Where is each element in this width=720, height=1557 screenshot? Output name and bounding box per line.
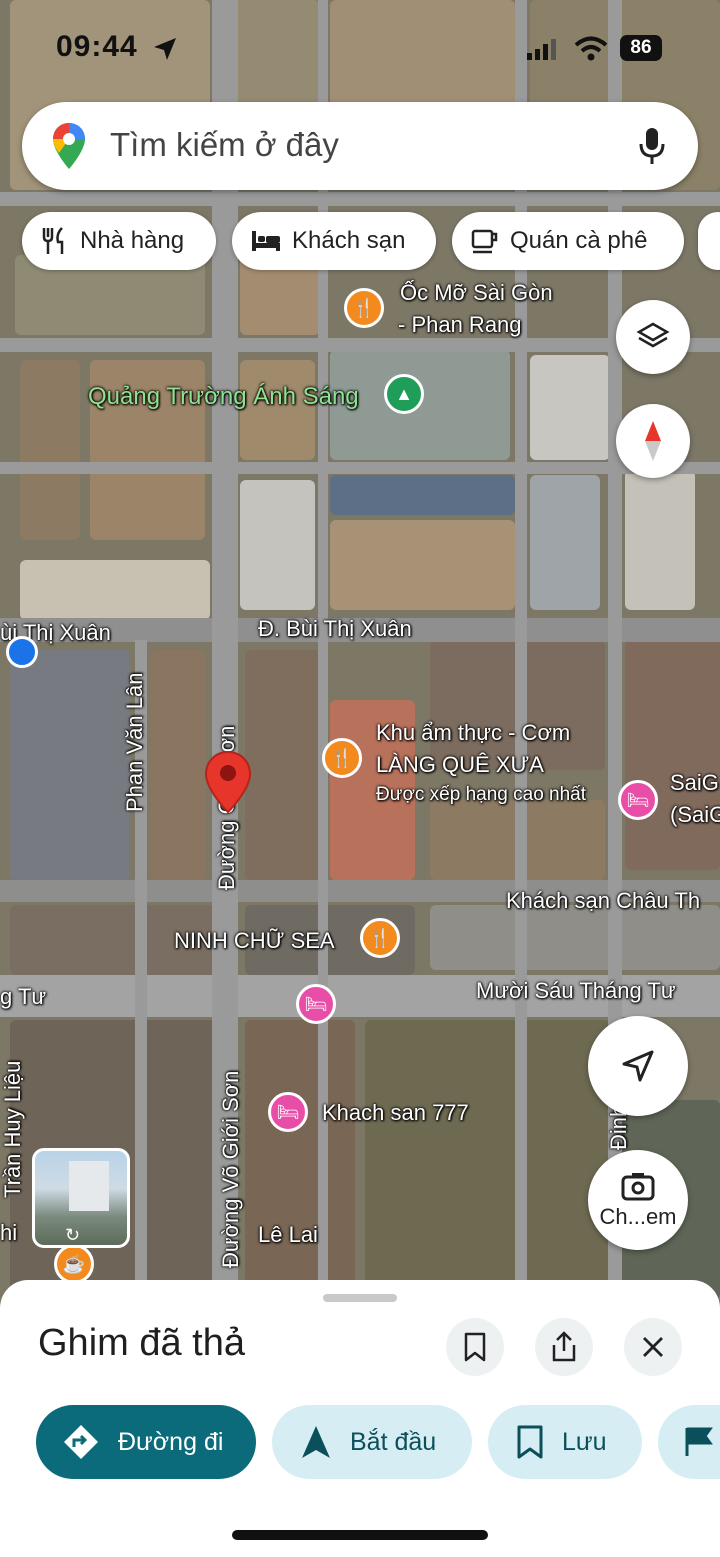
close-icon xyxy=(643,1337,663,1357)
map-label: NINH CHỮ SEA xyxy=(174,928,335,953)
chip-cafes[interactable]: Quán cà phê xyxy=(452,212,684,270)
directions-label: Đường đi xyxy=(118,1427,224,1456)
start-button[interactable]: Bắt đầu xyxy=(272,1405,472,1479)
street-label: Mười Sáu Tháng Tư xyxy=(476,978,676,1003)
battery-level: 86 xyxy=(630,37,652,58)
map-block xyxy=(530,475,600,610)
fork-knife-icon xyxy=(42,227,64,254)
map-label: LÀNG QUÊ XƯA xyxy=(376,752,544,777)
map-label: SaiG xyxy=(670,770,719,795)
start-label: Bắt đầu xyxy=(350,1427,437,1456)
layers-icon xyxy=(636,322,670,348)
map-block xyxy=(625,640,720,870)
map-block xyxy=(430,905,720,970)
map-label: Quảng Trường Ánh Sáng xyxy=(88,383,359,410)
sheet-title: Ghim đã thả xyxy=(38,1322,245,1364)
google-maps-logo-icon xyxy=(53,123,85,169)
map-label: Khách sạn Châu Th xyxy=(506,888,701,913)
street-label: Đường Võ Giới Sơn xyxy=(218,1070,243,1268)
street-label: Đ. Bùi Thị Xuân xyxy=(258,616,412,641)
close-button[interactable] xyxy=(624,1318,682,1376)
restaurant-pin-icon[interactable]: 🍴 xyxy=(344,288,384,328)
map-label: Được xếp hạng cao nhất xyxy=(376,784,587,805)
status-time: 09:44 xyxy=(56,30,138,63)
home-indicator[interactable] xyxy=(232,1530,488,1540)
map-label: hi xyxy=(0,1220,18,1245)
dropped-pin-icon[interactable] xyxy=(204,750,252,814)
map-block xyxy=(245,1020,355,1300)
street-label: Trần Huy Liệu xyxy=(0,1060,25,1198)
restaurant-pin-icon[interactable]: 🍴 xyxy=(322,738,362,778)
map-block xyxy=(330,475,515,515)
navigation-arrow-icon xyxy=(622,1050,654,1082)
battery-icon: 86 xyxy=(620,35,662,61)
map-block xyxy=(330,520,515,610)
microphone-icon[interactable] xyxy=(638,126,666,166)
map-block xyxy=(530,355,610,460)
camera-icon xyxy=(621,1173,655,1201)
flag-icon xyxy=(685,1427,713,1456)
road xyxy=(515,0,527,1300)
street-label: Phan Văn Lân xyxy=(122,672,147,812)
map-label: Khu ẩm thực - Cơm xyxy=(376,720,571,745)
hotel-pin-icon[interactable]: 🛏 xyxy=(268,1092,308,1132)
location-arrow-icon xyxy=(154,38,176,60)
signal-icon xyxy=(527,39,556,60)
chip-hotels[interactable]: Khách sạn xyxy=(232,212,436,270)
map-block xyxy=(365,1020,610,1300)
chip-restaurants[interactable]: Nhà hàng xyxy=(22,212,216,270)
cafe-pin-icon[interactable]: ☕ xyxy=(54,1244,94,1284)
map-block xyxy=(150,650,205,880)
street-label: Lê Lai xyxy=(258,1222,318,1247)
map-label: Khach san 777 xyxy=(322,1100,469,1125)
street-view-thumbnail[interactable]: ↻ xyxy=(32,1148,130,1248)
layers-button[interactable] xyxy=(616,300,690,374)
map-block xyxy=(625,470,695,610)
share-button[interactable] xyxy=(535,1318,593,1376)
map-block xyxy=(240,480,315,610)
drag-handle[interactable] xyxy=(323,1294,397,1302)
chip-label: Khách sạn xyxy=(292,227,406,254)
chip-label: Nhà hàng xyxy=(80,227,185,254)
share-icon xyxy=(552,1331,576,1362)
save-icon-button[interactable] xyxy=(446,1318,504,1376)
coffee-cup-icon xyxy=(471,229,498,254)
chip-label: Quán cà phê xyxy=(510,227,648,254)
building-shape xyxy=(69,1161,109,1211)
save-button[interactable]: Lưu xyxy=(488,1405,642,1479)
map-label: Ốc Mỡ Sài Gòn xyxy=(400,280,553,305)
restaurant-pin-icon[interactable]: 🍴 xyxy=(360,918,400,958)
current-location-dot xyxy=(6,636,38,668)
map-block xyxy=(20,560,210,620)
map-label: (SaiG xyxy=(670,802,720,827)
hotel-pin-icon[interactable]: 🛏 xyxy=(618,780,658,820)
my-location-button[interactable] xyxy=(588,1016,688,1116)
navigation-arrow-icon xyxy=(302,1426,330,1458)
search-bar[interactable]: Tìm kiếm ở đây xyxy=(22,102,698,190)
wifi-icon xyxy=(574,36,608,61)
map-label: - Phan Rang xyxy=(398,312,522,337)
map-block xyxy=(10,650,130,880)
save-label: Lưu xyxy=(562,1427,607,1456)
more-actions-button[interactable] xyxy=(658,1405,720,1479)
rotate-360-icon: ↻ xyxy=(65,1225,81,1245)
bed-icon xyxy=(252,231,280,251)
street-label: g Tư xyxy=(0,984,47,1009)
chip-more[interactable] xyxy=(698,212,720,270)
search-input[interactable]: Tìm kiếm ở đây xyxy=(110,126,339,164)
map-block xyxy=(20,360,80,540)
park-pin-icon[interactable]: ▲ xyxy=(384,374,424,414)
camera-button-label: Ch...em xyxy=(599,1204,677,1229)
hotel-pin-icon[interactable]: 🛏 xyxy=(296,984,336,1024)
camera-search-button[interactable]: Ch...em xyxy=(588,1150,688,1250)
bookmark-icon xyxy=(464,1332,486,1362)
place-bottom-sheet[interactable]: Ghim đã thả Đường đi Bắt đầu Lưu xyxy=(0,1280,720,1557)
compass-button[interactable] xyxy=(616,404,690,478)
status-bar: 09:44 86 xyxy=(0,0,720,96)
directions-icon xyxy=(64,1425,98,1459)
directions-button[interactable]: Đường đi xyxy=(36,1405,256,1479)
bookmark-icon xyxy=(517,1425,543,1459)
compass-icon xyxy=(645,421,661,461)
map-block xyxy=(245,650,325,880)
